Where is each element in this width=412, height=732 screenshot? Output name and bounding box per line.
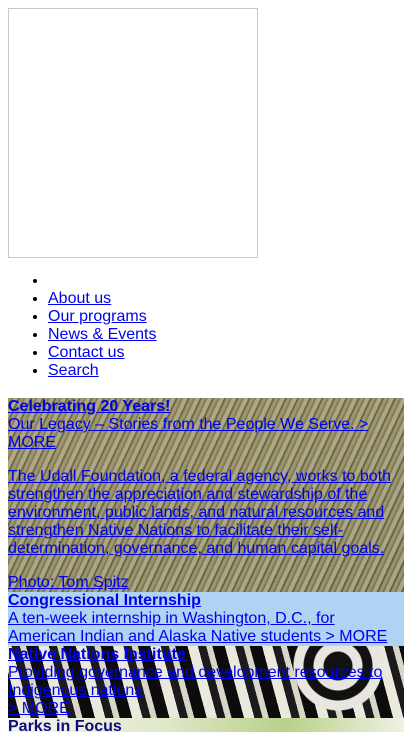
promo-internship-title-link[interactable]: Congressional Internship xyxy=(8,592,201,609)
nav-link-about-us[interactable]: About us xyxy=(48,290,111,307)
nav-item-search: Search xyxy=(48,362,404,380)
promo-nni-more-link[interactable]: > MORE xyxy=(8,700,70,717)
main-nav: About us Our programs News & Events Cont… xyxy=(8,272,404,380)
promo-internship-text-link[interactable]: A ten-week internship in Washington, D.C… xyxy=(8,610,387,645)
nav-item-empty xyxy=(48,272,404,290)
promo-nni-title-link[interactable]: Native Nations Institute xyxy=(8,646,186,663)
nav-item-about: About us xyxy=(48,290,404,308)
logo-image-placeholder xyxy=(8,8,258,258)
promo-nni-text-link[interactable]: Providing governance and development res… xyxy=(8,664,382,699)
nav-link-news-events[interactable]: News & Events xyxy=(48,326,156,343)
promo-native-nations-institute: Native Nations Institute Providing gover… xyxy=(8,646,404,718)
promo-parks-in-focus: Parks in Focus xyxy=(8,718,404,732)
promo-celebrate-title-link[interactable]: Celebrating 20 Years! xyxy=(8,398,170,415)
promo-celebrate-body: The Udall Foundation, a federal agency, … xyxy=(8,468,404,558)
promo-celebrate-legacy-link[interactable]: Our Legacy – Stories from the People We … xyxy=(8,416,368,451)
promo-parks-title-link[interactable]: Parks in Focus xyxy=(8,718,122,732)
promo-celebrate-body-link[interactable]: The Udall Foundation, a federal agency, … xyxy=(8,468,391,557)
promo-congressional-internship: Congressional Internship A ten-week inte… xyxy=(8,592,404,646)
photo-credit-link[interactable]: Photo: Tom Spitz xyxy=(8,574,129,591)
promo-celebrating-20-years: Celebrating 20 Years! Our Legacy – Stori… xyxy=(8,398,404,592)
nav-item-programs: Our programs xyxy=(48,308,404,326)
nav-link-search[interactable]: Search xyxy=(48,362,99,379)
nav-item-contact: Contact us xyxy=(48,344,404,362)
nav-link-contact-us[interactable]: Contact us xyxy=(48,344,124,361)
photo-credit: Photo: Tom Spitz xyxy=(8,574,404,592)
nav-item-news: News & Events xyxy=(48,326,404,344)
nav-link-our-programs[interactable]: Our programs xyxy=(48,308,147,325)
